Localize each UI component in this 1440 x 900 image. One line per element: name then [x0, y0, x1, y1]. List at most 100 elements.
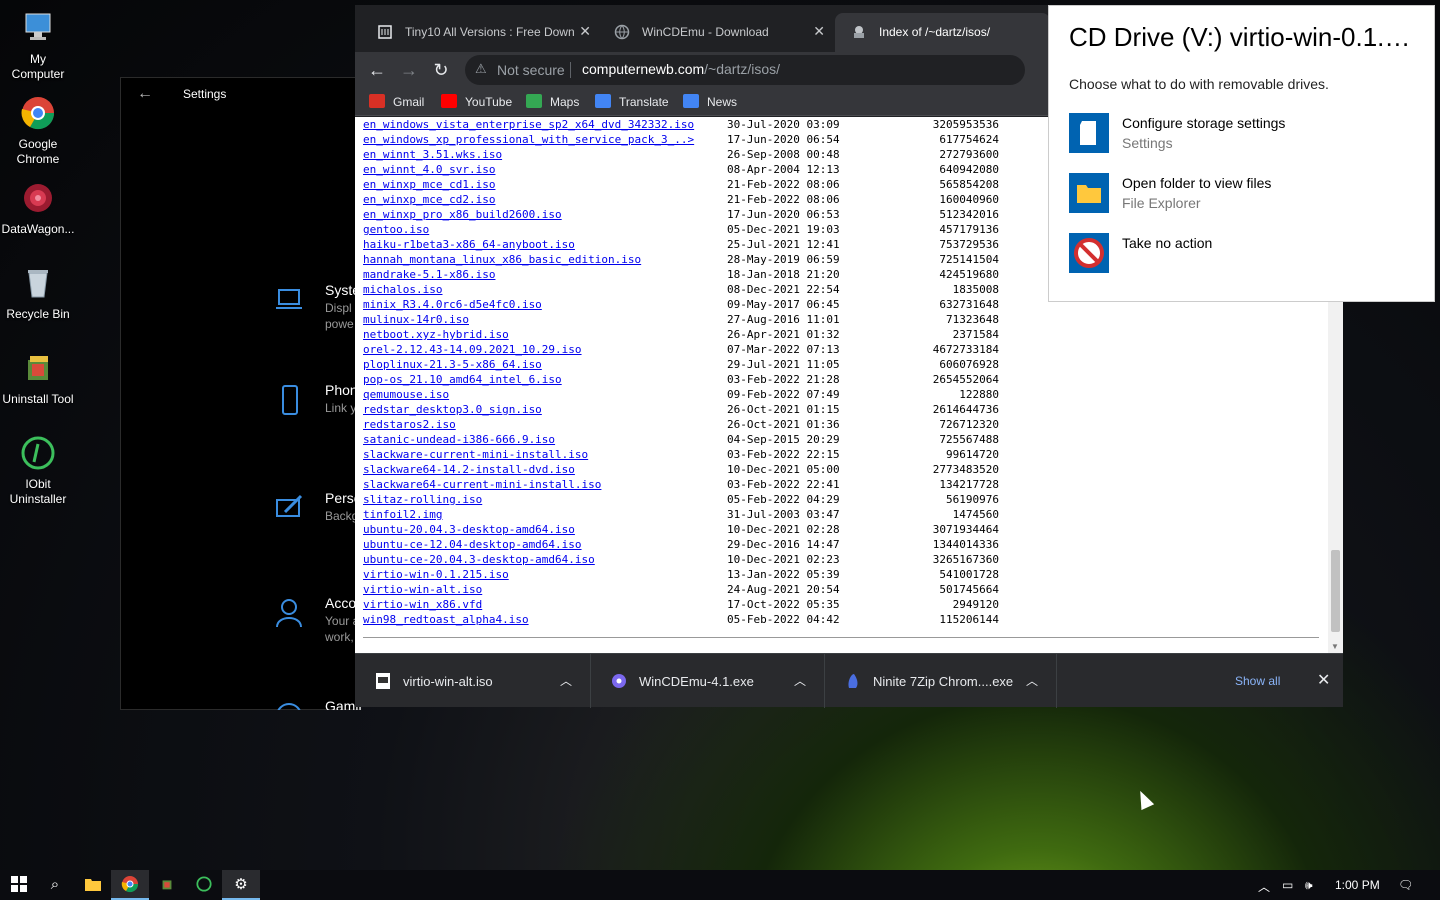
address-bar[interactable]: ⚠ Not secure computernewb.com/~dartz/iso… — [465, 55, 1025, 85]
file-link[interactable]: tinfoil2.img — [363, 507, 442, 522]
file-link[interactable]: en_winxp_mce_cd1.iso — [363, 177, 495, 192]
file-link[interactable]: satanic-undead-i386-666.9.iso — [363, 432, 555, 447]
chevron-up-icon[interactable]: ︿ — [560, 672, 572, 689]
bookmark-translate[interactable]: Translate — [595, 94, 669, 109]
desktop-icon-datawagon[interactable]: DataWagon... — [0, 174, 76, 237]
tab-close-icon[interactable]: ✕ — [579, 23, 591, 40]
iso-file-icon — [376, 673, 390, 689]
desktop-icon-my-computer[interactable]: My Computer — [0, 4, 76, 82]
taskbar-uninstall-tool[interactable] — [148, 870, 186, 900]
taskbar-chrome[interactable] — [111, 870, 149, 900]
file-link[interactable]: pop-os_21.10_amd64_intel_6.iso — [363, 372, 562, 387]
search-button[interactable]: ⌕ — [36, 870, 74, 900]
file-link[interactable]: michalos.iso — [363, 282, 442, 297]
reload-icon[interactable]: ↻ — [428, 57, 454, 83]
tab-label: WinCDEmu - Download — [642, 25, 769, 39]
file-link[interactable]: hannah_montana_linux_x86_basic_edition.i… — [363, 252, 641, 267]
file-link[interactable]: en_windows_vista_enterprise_sp2_x64_dvd_… — [363, 117, 694, 132]
settings-item-gaming[interactable]: Gamin — [271, 698, 361, 710]
file-date: 08-Apr-2004 12:13 — [727, 163, 840, 176]
bookmark-maps[interactable]: Maps — [526, 94, 579, 109]
listing-row: qemumouse.iso 09-Feb-2022 07:49 122880 — [363, 387, 1323, 402]
file-link[interactable]: virtio-win-0.1.215.iso — [363, 567, 509, 582]
chevron-up-icon[interactable]: ︿ — [794, 672, 806, 689]
file-link[interactable]: gentoo.iso — [363, 222, 429, 237]
autoplay-title: CD Drive (V:) virtio-win-0.1.1... — [1069, 22, 1419, 52]
desktop-icon-iobit[interactable]: IObit Uninstaller — [0, 429, 76, 507]
start-button[interactable] — [0, 870, 38, 900]
chevron-up-icon[interactable]: ︿ — [1258, 878, 1270, 895]
file-date: 29-Dec-2016 14:47 — [727, 538, 840, 551]
close-icon[interactable]: ✕ — [1317, 670, 1330, 690]
file-date: 13-Jan-2022 05:39 — [727, 568, 840, 581]
bookmark-youtube[interactable]: YouTube — [441, 94, 512, 109]
file-link[interactable]: slackware64-current-mini-install.iso — [363, 477, 601, 492]
desktop-icon-recycle-bin[interactable]: Recycle Bin — [0, 259, 76, 322]
file-link[interactable]: en_winxp_mce_cd2.iso — [363, 192, 495, 207]
tab-close-icon[interactable]: ✕ — [813, 23, 825, 40]
listing-row: virtio-win-alt.iso 24-Aug-2021 20:54 50174… — [363, 582, 1323, 597]
back-arrow-icon[interactable]: ← — [137, 85, 153, 103]
iobit-icon — [196, 876, 212, 892]
file-link[interactable]: slackware64-14.2-install-dvd.iso — [363, 462, 575, 477]
taskbar-settings[interactable]: ⚙ — [222, 870, 260, 900]
desktop-icon-uninstall-tool[interactable]: Uninstall Tool — [0, 344, 76, 407]
file-link[interactable]: redstar_desktop3.0_sign.iso — [363, 402, 542, 417]
file-size: 4672733184 — [932, 343, 999, 356]
tab-index-isos[interactable]: Index of /~dartz/isos/ — [835, 13, 1050, 52]
download-item[interactable]: Ninite 7Zip Chrom....exe ︿ — [825, 654, 1057, 708]
chevron-up-icon[interactable]: ︿ — [1026, 672, 1038, 689]
download-item[interactable]: virtio-win-alt.iso ︿ — [355, 654, 591, 708]
file-link[interactable]: netboot.xyz-hybrid.iso — [363, 327, 509, 342]
file-link[interactable]: slackware-current-mini-install.iso — [363, 447, 588, 462]
file-link[interactable]: slitaz-rolling.iso — [363, 492, 482, 507]
file-link[interactable]: en_windows_xp_professional_with_service_… — [363, 132, 694, 147]
desktop-icon-chrome[interactable]: Google Chrome — [0, 89, 76, 167]
scrollbar-thumb[interactable] — [1331, 550, 1340, 632]
file-link[interactable]: qemumouse.iso — [363, 387, 449, 402]
sd-card-icon — [1069, 113, 1109, 153]
folder-icon — [1069, 173, 1109, 213]
file-link[interactable]: redstaros2.iso — [363, 417, 456, 432]
file-link[interactable]: ubuntu-20.04.3-desktop-amd64.iso — [363, 522, 575, 537]
security-chip[interactable]: Not secure — [497, 62, 565, 78]
file-link[interactable]: en_winxp_pro_x86_build2600.iso — [363, 207, 562, 222]
no-action-icon — [1069, 233, 1109, 273]
download-item[interactable]: WinCDEmu-4.1.exe ︿ — [591, 654, 825, 708]
file-size: 2371584 — [952, 328, 999, 341]
file-link[interactable]: virtio-win-alt.iso — [363, 582, 482, 597]
network-icon[interactable]: ▭ — [1282, 878, 1293, 892]
option-take-no-action[interactable]: Take no action — [1069, 233, 1409, 277]
file-link[interactable]: en_winnt_3.51.wks.iso — [363, 147, 502, 162]
file-link[interactable]: mulinux-14r0.iso — [363, 312, 469, 327]
tab-tiny10[interactable]: Tiny10 All Versions : Free Downlo ✕ — [361, 13, 601, 52]
taskbar-iobit[interactable] — [185, 870, 223, 900]
bookmark-gmail[interactable]: Gmail — [369, 94, 424, 109]
forward-icon[interactable]: → — [396, 57, 422, 83]
file-link[interactable]: en_winnt_4.0_svr.iso — [363, 162, 495, 177]
tab-wincdemu[interactable]: WinCDEmu - Download ✕ — [598, 13, 835, 52]
file-link[interactable]: ploplinux-21.3-5-x86_64.iso — [363, 357, 542, 372]
clock[interactable]: 1:00 PM — [1335, 878, 1380, 892]
file-link[interactable]: minix_R3.4.0rc6-d5e4fc0.iso — [363, 297, 542, 312]
file-link[interactable]: mandrake-5.1-x86.iso — [363, 267, 495, 282]
volume-icon[interactable]: 🕪 — [1305, 878, 1313, 893]
gmail-icon — [369, 94, 385, 108]
option-open-folder[interactable]: Open folder to view files File Explorer — [1069, 173, 1409, 217]
bookmark-news[interactable]: News — [683, 94, 737, 109]
file-link[interactable]: orel-2.12.43-14.09.2021_10.29.iso — [363, 342, 582, 357]
listing-row: redstaros2.iso 26-Oct-2021 01:36 726712320 — [363, 417, 1323, 432]
file-link[interactable]: virtio-win_x86.vfd — [363, 597, 482, 612]
scroll-down-icon[interactable]: ▼ — [1331, 642, 1339, 651]
file-size: 606076928 — [939, 358, 999, 371]
file-link[interactable]: win98_redtoast_alpha4.iso — [363, 612, 529, 627]
option-configure-storage[interactable]: Configure storage settings Settings — [1069, 113, 1409, 157]
taskbar-file-explorer[interactable] — [74, 870, 112, 900]
file-link[interactable]: ubuntu-ce-20.04.3-desktop-amd64.iso — [363, 552, 595, 567]
file-link[interactable]: ubuntu-ce-12.04-desktop-amd64.iso — [363, 537, 582, 552]
file-link[interactable]: haiku-r1beta3-x86_64-anyboot.iso — [363, 237, 575, 252]
show-all-button[interactable]: Show all — [1235, 674, 1280, 688]
notification-icon[interactable]: 🗨 — [1398, 878, 1413, 892]
listing-row: slackware64-current-mini-install.iso 03-F… — [363, 477, 1323, 492]
back-icon[interactable]: ← — [364, 57, 390, 83]
